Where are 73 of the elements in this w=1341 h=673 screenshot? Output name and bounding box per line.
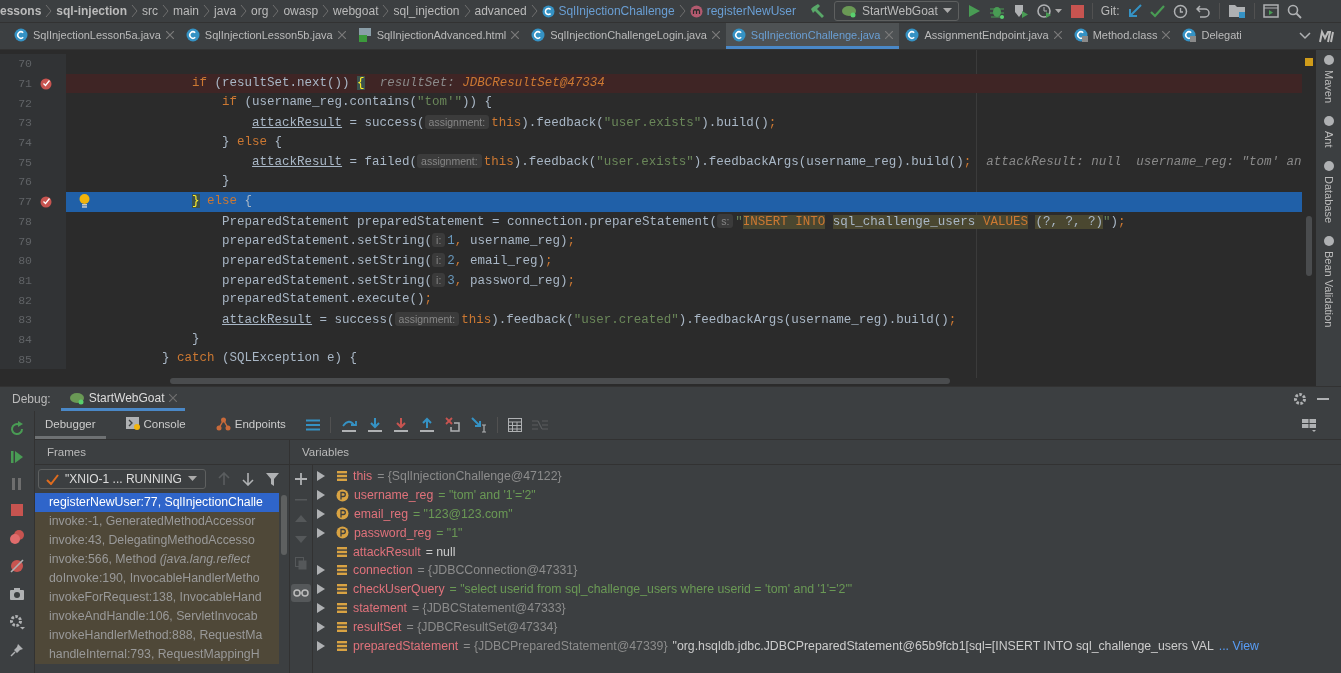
breadcrumb-item[interactable]: SqlInjectionChallenge xyxy=(541,4,675,18)
breadcrumb-item[interactable]: sql-injection xyxy=(56,4,128,18)
variable-value: = "tom' and '1'='2" xyxy=(438,488,536,503)
variable-name: resultSet xyxy=(353,619,402,634)
variable-value: = {JDBCConnection@47331} xyxy=(417,563,578,578)
breadcrumb-item[interactable]: essons xyxy=(0,4,42,18)
stack-frame[interactable]: handleInternal:793, RequestMappingH xyxy=(35,645,279,664)
stack-frame[interactable]: invoke:-1, GeneratedMethodAccessor xyxy=(35,512,279,531)
breadcrumb-item[interactable]: src xyxy=(142,4,159,18)
editor-tab[interactable]: AssignmentEndpoint.java xyxy=(899,23,1068,49)
git-label: Git: xyxy=(1100,4,1120,18)
variable-value: = {JDBCStatement@47333} xyxy=(412,600,566,615)
variable-name: attackResult xyxy=(353,544,421,559)
variable-name: checkUserQuery xyxy=(353,582,445,597)
code-line: PreparedStatement preparedStatement = connection.prepareStatement( s: "INSERT INTO sql_challenge_users VALUES (?, ?, ?)"); xyxy=(221,212,1127,231)
code-line: attackResult = failed( assignment: this).feedback("user.exists").feedbackArgs(username_reg).build(); attackResult: null username_reg: "tom' an xyxy=(251,153,1302,172)
variable-value: = {SqlInjectionChallenge@47122} xyxy=(377,469,562,484)
variable-name: username_reg xyxy=(354,488,434,503)
breadcrumb-item[interactable]: webgoat xyxy=(333,4,379,18)
variable-name: statement xyxy=(353,600,407,615)
debug-tab[interactable]: Debugger xyxy=(35,411,106,439)
variable-value: = "1" xyxy=(436,525,463,540)
stack-frame[interactable]: invokeForRequest:138, InvocableHand xyxy=(35,588,279,607)
stack-frame[interactable]: doInvoke:190, InvocableHandlerMetho xyxy=(35,569,279,588)
variable-value: = {JDBCPreparedStatement@47339} xyxy=(463,638,668,653)
breadcrumb-item[interactable]: main xyxy=(173,4,200,18)
code-line: if (username_reg.contains("tom'")) { xyxy=(221,94,494,112)
debug-tab[interactable]: Endpoints xyxy=(205,411,296,439)
thread-dropdown[interactable]: "XNIO-1 ... RUNNING xyxy=(38,469,206,489)
editor-tab[interactable]: SqlInjectionAdvanced.html xyxy=(351,23,526,49)
code-line: } xyxy=(221,173,231,191)
variable-value: = "select userid from sql_challenge_users where userid = 'tom' and '1'='2'" xyxy=(449,582,853,597)
run-configuration-dropdown[interactable]: StartWebGoat xyxy=(834,1,959,21)
stack-frame[interactable]: registerNewUser:77, SqlInjectionChalle xyxy=(35,493,279,512)
code-line: attackResult = success( assignment: this).feedback("user.exists").build(); xyxy=(251,114,778,133)
code-line: preparedStatement.execute(); xyxy=(221,291,434,309)
code-line: } else { xyxy=(221,133,284,151)
editor-tab[interactable]: SqlInjectionLesson5b.java xyxy=(179,23,352,49)
stack-frame[interactable]: invoke:43, DelegatingMethodAccesso xyxy=(35,531,279,550)
variable-name: preparedStatement xyxy=(353,638,459,653)
code-line: } catch (SQLException e) { xyxy=(161,350,359,368)
breadcrumb-item[interactable]: advanced xyxy=(474,4,527,18)
editor-tab[interactable]: SqlInjectionChallengeLogin.java xyxy=(525,23,726,49)
variable-value: = "123@123.com" xyxy=(413,507,513,521)
variable-name: password_reg xyxy=(354,525,432,540)
breadcrumb-item[interactable]: java xyxy=(214,4,237,18)
view-link[interactable]: ... View xyxy=(1218,638,1259,653)
editor-tab[interactable]: Delegati xyxy=(1176,23,1248,49)
tool-window-button[interactable]: Database xyxy=(1322,159,1335,223)
variable-name: email_reg xyxy=(354,507,408,521)
breadcrumb-item[interactable]: registerNewUser xyxy=(689,4,796,18)
stack-frame[interactable]: invokeHandlerMethod:888, RequestMa xyxy=(35,626,279,645)
debug-tab[interactable]: Console xyxy=(115,411,196,439)
editor-tab[interactable]: Method.class xyxy=(1067,23,1177,49)
tool-window-button[interactable]: Bean Validation xyxy=(1322,234,1335,327)
code-line: } xyxy=(191,330,201,348)
editor-tab[interactable]: SqlInjectionChallenge.java xyxy=(725,23,900,49)
breadcrumb-item[interactable]: org xyxy=(251,4,269,18)
editor-tab[interactable]: SqlInjectionLesson5a.java xyxy=(8,23,180,49)
variable-value: = {JDBCResultSet@47334} xyxy=(406,619,558,634)
stack-frame[interactable]: invokeAndHandle:106, ServletInvocab xyxy=(35,607,279,626)
code-line: attackResult = success( assignment: this).feedback("user.created").feedbackArgs(username_reg).build(); xyxy=(221,310,958,329)
variable-string-value: "org.hsqldb.jdbc.JDBCPreparedStatement@65b9fcb1[sql=[INSERT INTO sql_challenge_users VAL xyxy=(672,638,1214,653)
variable-value: = null xyxy=(425,544,456,559)
variable-name: this xyxy=(353,469,373,484)
tool-window-button[interactable]: Maven xyxy=(1322,54,1335,104)
breadcrumb-item[interactable]: sql_injection xyxy=(393,4,460,18)
tool-window-button[interactable]: Ant xyxy=(1322,115,1335,148)
frames-header: Frames xyxy=(35,440,289,465)
stack-frame[interactable]: invoke:566, Method (java.lang.reflect xyxy=(35,550,279,569)
panel-title: Debug: xyxy=(12,392,51,406)
breadcrumb-item[interactable]: owasp xyxy=(283,4,319,18)
variable-name: connection xyxy=(353,563,413,578)
